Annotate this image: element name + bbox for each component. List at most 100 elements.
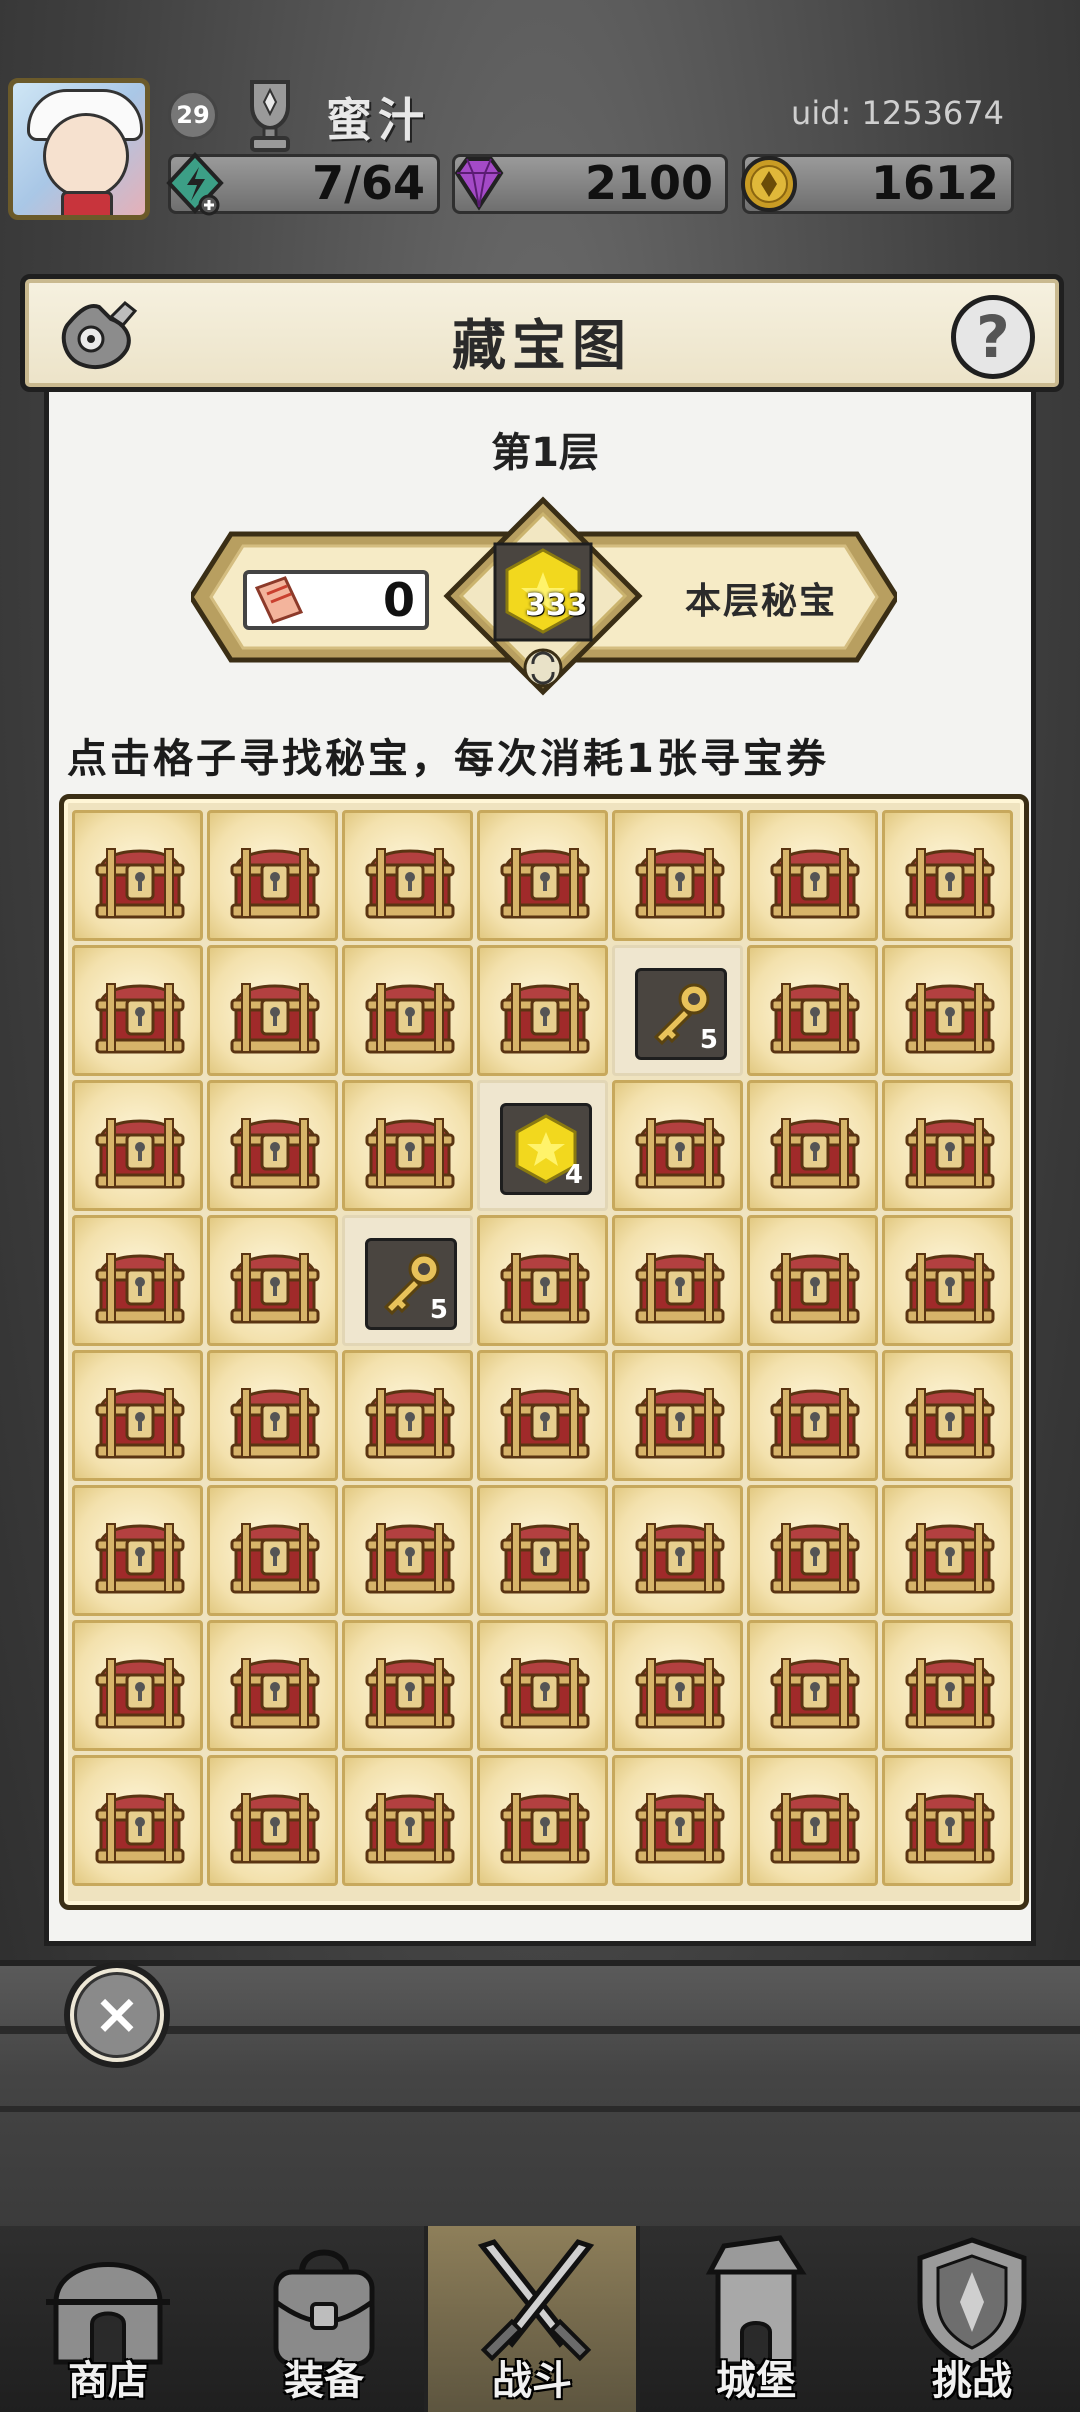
chest-cell[interactable] [342, 1080, 473, 1211]
player-avatar[interactable] [8, 78, 150, 220]
treasure-chest-icon [768, 835, 862, 921]
chest-cell[interactable] [882, 945, 1013, 1076]
floor-label: 第1层 [491, 430, 599, 476]
treasure-chest-icon [768, 1780, 862, 1866]
chest-cell[interactable] [342, 810, 473, 941]
chest-cell[interactable] [882, 1755, 1013, 1886]
treasure-chest-icon [903, 1510, 997, 1596]
chest-cell[interactable] [747, 945, 878, 1076]
chest-cell[interactable] [747, 1755, 878, 1886]
chest-cell[interactable] [72, 945, 203, 1076]
treasure-chest-icon [903, 970, 997, 1056]
chest-cell[interactable] [612, 1485, 743, 1616]
close-button[interactable]: × [64, 1962, 170, 2068]
treasure-chest-icon [633, 1780, 727, 1866]
chest-cell[interactable] [612, 1620, 743, 1751]
nav-item-4[interactable]: 挑战 [864, 2226, 1080, 2412]
chest-cell[interactable] [477, 810, 608, 941]
treasure-map-panel: 第1层 0 333 本层秘宝 点击格子寻找秘宝，每次消耗1张寻宝券 5 4 5 [44, 392, 1036, 1946]
chest-cell[interactable] [72, 1215, 203, 1346]
chest-cell[interactable] [747, 1215, 878, 1346]
level-badge: 29 [168, 90, 218, 140]
gem-counter[interactable]: 2100 [452, 154, 728, 214]
chest-cell[interactable] [477, 1350, 608, 1481]
chest-cell[interactable] [72, 1755, 203, 1886]
chest-cell[interactable] [747, 1620, 878, 1751]
energy-counter[interactable]: 7/64 [166, 152, 440, 216]
chest-cell[interactable] [72, 1350, 203, 1481]
chest-cell[interactable] [612, 810, 743, 941]
nav-item-3[interactable]: 城堡 [648, 2226, 864, 2412]
chest-cell[interactable] [747, 1080, 878, 1211]
panel-title: 藏宝图 [452, 314, 632, 377]
chest-cell[interactable] [747, 1485, 878, 1616]
revealed-cell[interactable]: 5 [612, 945, 743, 1076]
chest-cell[interactable] [612, 1755, 743, 1886]
chest-cell[interactable] [477, 1485, 608, 1616]
chest-cell[interactable] [747, 1350, 878, 1481]
panel-header: 藏宝图 ? [20, 274, 1064, 392]
chest-cell[interactable] [207, 945, 338, 1076]
treasure-chest-icon [93, 835, 187, 921]
treasure-chest-icon [768, 1645, 862, 1731]
treasure-chest-icon [363, 1105, 457, 1191]
chest-cell[interactable] [207, 1350, 338, 1481]
treasure-chest-icon [228, 1780, 322, 1866]
instruction-text: 点击格子寻找秘宝，每次消耗1张寻宝券 [67, 736, 829, 782]
chest-cell[interactable] [342, 1620, 473, 1751]
nav-item-0[interactable]: 商店 [0, 2226, 216, 2412]
coin-counter[interactable]: 1612 [741, 154, 1014, 214]
chest-cell[interactable] [882, 1215, 1013, 1346]
trophy-icon [250, 80, 290, 152]
chest-cell[interactable] [612, 1215, 743, 1346]
treasure-chest-icon [903, 1780, 997, 1866]
treasure-chest-icon [498, 1510, 592, 1596]
chest-cell[interactable] [612, 1080, 743, 1211]
chest-cell[interactable] [207, 810, 338, 941]
nav-item-1[interactable]: 装备 [216, 2226, 432, 2412]
chest-cell[interactable] [207, 1620, 338, 1751]
chest-cell[interactable] [747, 810, 878, 941]
treasure-chest-icon [903, 1105, 997, 1191]
chest-cell[interactable] [477, 945, 608, 1076]
chest-cell[interactable] [882, 1350, 1013, 1481]
nav-label: 装备 [284, 2358, 364, 2404]
chest-cell[interactable] [207, 1080, 338, 1211]
chest-cell[interactable] [477, 1620, 608, 1751]
chest-cell[interactable] [477, 1215, 608, 1346]
gold-coin-icon [741, 156, 797, 212]
chest-cell[interactable] [72, 1080, 203, 1211]
treasure-chest-icon [93, 970, 187, 1056]
chest-cell[interactable] [207, 1755, 338, 1886]
treasure-chest-icon [498, 970, 592, 1056]
coin-value: 1612 [870, 156, 999, 210]
chest-cell[interactable] [207, 1485, 338, 1616]
nav-item-2[interactable]: 战斗 [424, 2226, 640, 2412]
chest-cell[interactable] [342, 1485, 473, 1616]
treasure-chest-icon [768, 1105, 862, 1191]
treasure-chest-icon [363, 970, 457, 1056]
chest-cell[interactable] [882, 1485, 1013, 1616]
treasure-chest-icon [768, 970, 862, 1056]
chest-cell[interactable] [342, 1755, 473, 1886]
treasure-chest-icon [903, 1240, 997, 1326]
treasure-chest-icon [363, 1375, 457, 1461]
chest-cell[interactable] [882, 810, 1013, 941]
chest-cell[interactable] [882, 1620, 1013, 1751]
chest-cell[interactable] [477, 1755, 608, 1886]
chest-cell[interactable] [207, 1215, 338, 1346]
chest-cell[interactable] [882, 1080, 1013, 1211]
treasure-chest-icon [903, 1375, 997, 1461]
chest-cell[interactable] [612, 1350, 743, 1481]
treasure-chest-icon [93, 1105, 187, 1191]
chest-cell[interactable] [72, 1620, 203, 1751]
treasure-chest-icon [903, 835, 997, 921]
revealed-cell[interactable]: 5 [342, 1215, 473, 1346]
chest-cell[interactable] [72, 810, 203, 941]
chest-cell[interactable] [342, 1350, 473, 1481]
chest-cell[interactable] [72, 1485, 203, 1616]
help-button[interactable]: ? [951, 295, 1035, 379]
revealed-cell[interactable]: 4 [477, 1080, 608, 1211]
key-reward: 5 [635, 968, 727, 1060]
chest-cell[interactable] [342, 945, 473, 1076]
